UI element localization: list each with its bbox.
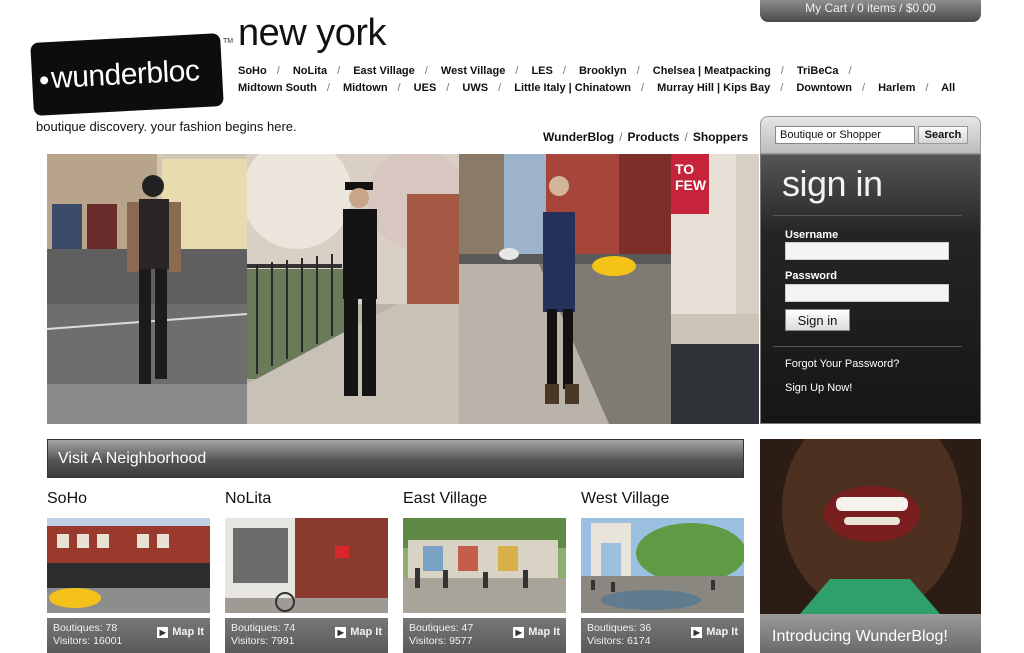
- hero-photo-strip: TO FEW: [47, 154, 759, 424]
- map-it-button[interactable]: ▶ Map It: [157, 626, 204, 639]
- nav-uws[interactable]: UWS: [462, 82, 488, 94]
- divider: [773, 346, 962, 347]
- map-arrow-icon: ▶: [335, 626, 347, 638]
- neighborhood-nav: SoHo / NoLita / East Village / West Village…: [238, 65, 956, 94]
- svg-text:FEW: FEW: [675, 177, 707, 193]
- nav-soho[interactable]: SoHo: [238, 65, 267, 77]
- trademark-mark: TM: [223, 38, 234, 45]
- neighborhood-name[interactable]: SoHo: [47, 490, 210, 512]
- nav-harlem[interactable]: Harlem: [878, 82, 915, 94]
- divider: [773, 215, 962, 216]
- boutiques-count: 78: [105, 622, 118, 634]
- forgot-password-link[interactable]: Forgot Your Password?: [785, 358, 899, 370]
- map-it-button[interactable]: ▶ Map It: [691, 626, 738, 639]
- hero-photo-2: [247, 154, 459, 424]
- nav-wunderblog[interactable]: WunderBlog: [543, 130, 614, 144]
- signin-panel: sign in Username Password Sign in Forgot…: [760, 154, 981, 424]
- hero-photo-1: [47, 154, 247, 424]
- logo-dot-icon: [39, 76, 49, 85]
- search-input[interactable]: [775, 126, 915, 144]
- neighborhood-stats: Boutiques: 36 Visitors: 6174 ▶ Map It: [581, 618, 744, 653]
- neighborhood-card-nolita: NoLita Boutiques: 74 Visitors: 7991 ▶ Map…: [225, 490, 388, 653]
- nav-brooklyn[interactable]: Brooklyn: [579, 65, 627, 77]
- nav-west-village[interactable]: West Village: [441, 65, 505, 77]
- nav-ues[interactable]: UES: [414, 82, 437, 94]
- cart-tab[interactable]: My Cart / 0 items / $0.00: [760, 0, 981, 22]
- wunderbloc-logo[interactable]: wunderbloc: [30, 33, 224, 116]
- svg-text:TO: TO: [675, 161, 694, 177]
- wunderblog-promo-photo[interactable]: [760, 439, 981, 614]
- nav-tribeca[interactable]: TriBeCa: [797, 65, 839, 77]
- neighborhood-name[interactable]: West Village: [581, 490, 744, 512]
- nav-murray-hill-kips-bay[interactable]: Murray Hill | Kips Bay: [657, 82, 770, 94]
- password-label: Password: [785, 270, 837, 282]
- visitors-count: 16001: [93, 635, 123, 647]
- neighborhood-photo[interactable]: [47, 518, 210, 613]
- boutiques-count: 74: [283, 622, 296, 634]
- username-field[interactable]: [785, 242, 949, 260]
- sub-nav: WunderBlog / Products / Shoppers: [543, 130, 749, 144]
- map-arrow-icon: ▶: [513, 626, 525, 638]
- neighborhood-stats: Boutiques: 47 Visitors: 9577 ▶ Map It: [403, 618, 566, 653]
- nav-little-italy-chinatown[interactable]: Little Italy | Chinatown: [514, 82, 631, 94]
- neighborhood-stats: Boutiques: 78 Visitors: 16001 ▶ Map It: [47, 618, 210, 653]
- visit-neighborhood-header: Visit A Neighborhood: [47, 439, 744, 478]
- map-it-button[interactable]: ▶ Map It: [335, 626, 382, 639]
- tagline: boutique discovery. your fashion begins …: [36, 119, 297, 134]
- nav-downtown[interactable]: Downtown: [796, 82, 852, 94]
- map-arrow-icon: ▶: [157, 626, 169, 638]
- signin-button[interactable]: Sign in: [785, 309, 850, 331]
- visitors-count: 9577: [449, 635, 473, 647]
- cart-label[interactable]: My Cart: [805, 1, 847, 15]
- map-it-button[interactable]: ▶ Map It: [513, 626, 560, 639]
- boutiques-count: 47: [461, 622, 474, 634]
- cart-items[interactable]: 0 items: [857, 1, 896, 15]
- username-label: Username: [785, 229, 839, 241]
- wunderblog-promo-caption[interactable]: Introducing WunderBlog!: [760, 614, 981, 653]
- logo-text: wunderbloc: [50, 54, 201, 95]
- map-arrow-icon: ▶: [691, 626, 703, 638]
- signup-link[interactable]: Sign Up Now!: [785, 382, 852, 394]
- cart-total[interactable]: $0.00: [906, 1, 936, 15]
- boutiques-count: 36: [639, 622, 652, 634]
- nav-products[interactable]: Products: [627, 130, 679, 144]
- neighborhood-stats: Boutiques: 74 Visitors: 7991 ▶ Map It: [225, 618, 388, 653]
- neighborhood-name[interactable]: East Village: [403, 490, 566, 512]
- hero-photo-3: [459, 154, 671, 424]
- nav-midtown[interactable]: Midtown: [343, 82, 388, 94]
- neighborhood-card-east-village: East Village Boutiques: 47 Visitors: 957…: [403, 490, 566, 653]
- neighborhood-photo[interactable]: [225, 518, 388, 613]
- search-button[interactable]: Search: [918, 126, 968, 144]
- nav-nolita[interactable]: NoLita: [293, 65, 327, 77]
- nav-chelsea-meatpacking[interactable]: Chelsea | Meatpacking: [653, 65, 771, 77]
- search-panel: Search: [760, 116, 981, 154]
- nav-les[interactable]: LES: [531, 65, 552, 77]
- signin-title: sign in: [782, 163, 883, 204]
- visitors-count: 7991: [271, 635, 295, 647]
- hero-photo-4: TO FEW: [671, 154, 759, 424]
- neighborhood-photo[interactable]: [581, 518, 746, 613]
- neighborhood-card-west-village: West Village Boutiques: 36 Visitors: 617…: [581, 490, 746, 653]
- nav-east-village[interactable]: East Village: [353, 65, 415, 77]
- city-title: new york: [238, 12, 387, 54]
- nav-shoppers[interactable]: Shoppers: [693, 130, 748, 144]
- neighborhood-card-soho: SoHo Boutiques: 78 Visitors: 16001 ▶ Map …: [47, 490, 210, 653]
- neighborhood-photo[interactable]: [403, 518, 566, 613]
- password-field[interactable]: [785, 284, 949, 302]
- neighborhood-name[interactable]: NoLita: [225, 490, 388, 512]
- nav-all[interactable]: All: [941, 82, 955, 94]
- visitors-count: 6174: [627, 635, 651, 647]
- nav-midtown-south[interactable]: Midtown South: [238, 82, 317, 94]
